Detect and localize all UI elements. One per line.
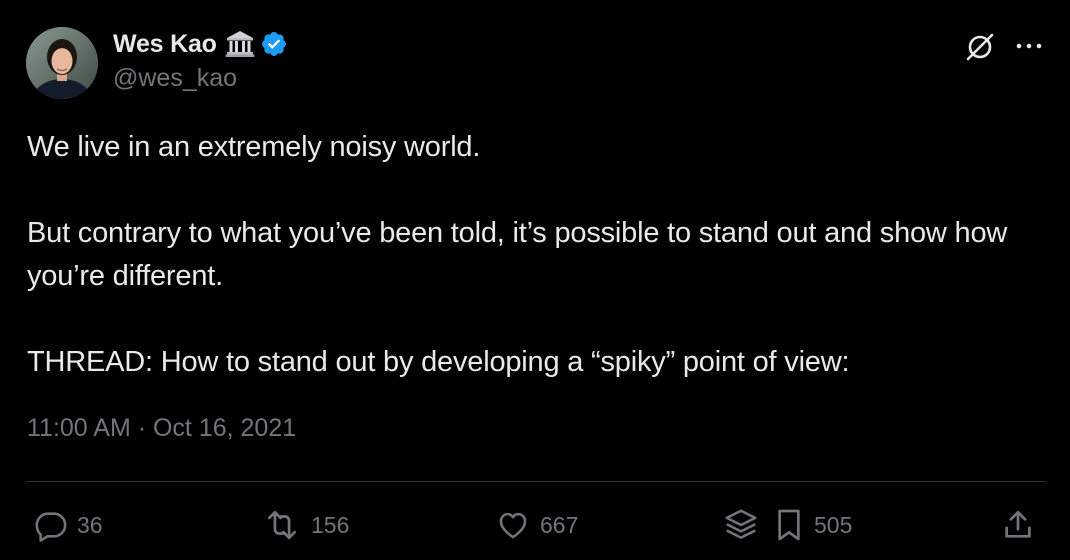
share-button[interactable] — [1001, 505, 1035, 545]
like-icon — [495, 508, 531, 542]
more-options-icon[interactable] — [1014, 36, 1044, 56]
tweet-text: We live in an extremely noisy world. But… — [27, 126, 1037, 384]
reply-icon — [34, 508, 68, 542]
author-block: Wes Kao @wes_kao — [113, 28, 288, 98]
verified-badge-icon[interactable] — [260, 30, 288, 58]
tweet-line: We live in an extremely noisy world. — [27, 131, 481, 163]
reply-count: 36 — [77, 511, 103, 538]
repost-icon — [262, 508, 302, 542]
repost-count: 156 — [311, 511, 350, 538]
tweet-line: But contrary to what you’ve been told, i… — [27, 217, 1008, 292]
timestamp[interactable]: 11:00 AM · Oct 16, 2021 — [27, 414, 296, 443]
bookmark-count: 505 — [814, 511, 853, 538]
like-button[interactable]: 667 — [495, 505, 578, 545]
bookmark-icon — [773, 507, 805, 543]
share-icon — [1001, 508, 1035, 542]
classical-building-icon — [225, 30, 255, 58]
layers-button[interactable] — [722, 505, 760, 545]
name-row: Wes Kao — [113, 28, 288, 60]
grok-icon[interactable] — [963, 30, 997, 64]
divider — [26, 481, 1046, 482]
avatar[interactable] — [26, 27, 98, 99]
layers-icon — [722, 506, 760, 544]
bookmark-button[interactable]: 505 — [773, 505, 852, 545]
handle[interactable]: @wes_kao — [113, 64, 288, 93]
tweet-card: Wes Kao @wes_kao We live in an extremely… — [0, 0, 1070, 560]
display-name[interactable]: Wes Kao — [113, 30, 217, 59]
reply-button[interactable]: 36 — [34, 505, 103, 545]
like-count: 667 — [540, 511, 579, 538]
repost-button[interactable]: 156 — [262, 505, 349, 545]
tweet-line: THREAD: How to stand out by developing a… — [27, 346, 850, 378]
